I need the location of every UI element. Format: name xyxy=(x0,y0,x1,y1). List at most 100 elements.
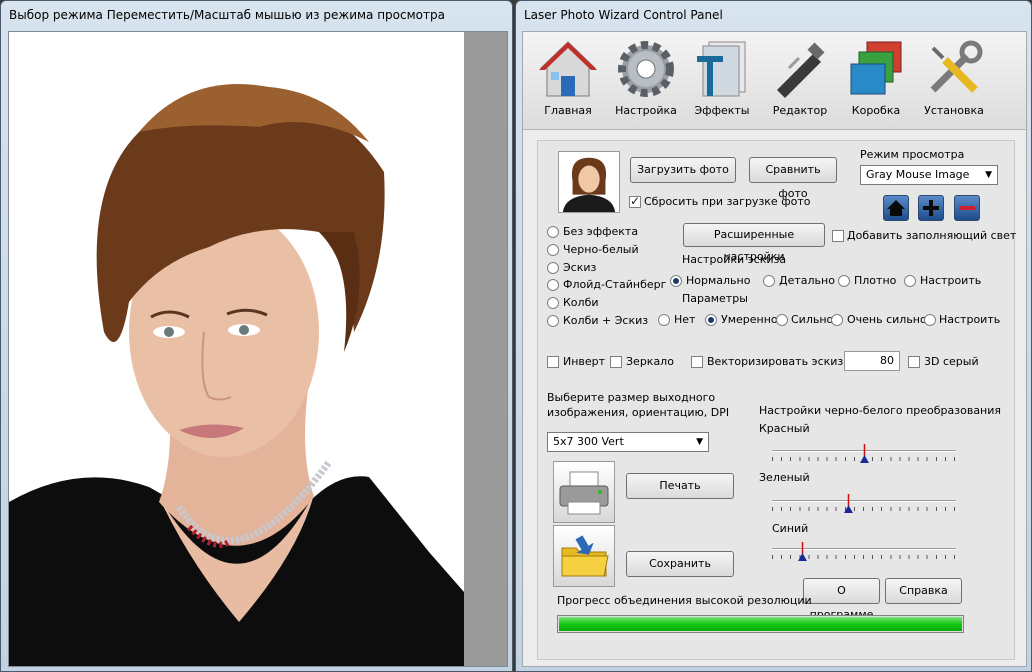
green-slider[interactable] xyxy=(772,494,956,514)
sketch-radio-detailed[interactable] xyxy=(763,275,775,287)
photo-view-area[interactable] xyxy=(8,31,508,667)
red-slider-thumb[interactable] xyxy=(859,444,869,463)
effect-label-none: Без эффекта xyxy=(563,225,639,238)
chevron-down-icon: ▼ xyxy=(696,437,703,447)
toolbar-box-label: Коробка xyxy=(851,104,901,117)
sketch-label-normal: Нормально xyxy=(686,274,751,287)
add-fill-light-label: Добавить заполняющий свет xyxy=(847,229,1017,242)
toolbar-setup-label: Установка xyxy=(924,104,984,117)
control-panel-title: Laser Photo Wizard Control Panel xyxy=(524,8,723,22)
effect-radio-colby-sketch[interactable] xyxy=(547,315,559,327)
blue-label: Синий xyxy=(772,522,809,535)
effect-radio-colby[interactable] xyxy=(547,297,559,309)
reset-on-load-label: Сбросить при загрузке фото xyxy=(644,195,811,208)
effect-label-colby-sketch: Колби + Эскиз xyxy=(563,314,649,327)
preview-window-title: Выбор режима Переместить/Масштаб мышью и… xyxy=(9,8,445,22)
effect-radio-none[interactable] xyxy=(547,226,559,238)
sketch-radio-dense[interactable] xyxy=(838,275,850,287)
vectorize-checkbox[interactable] xyxy=(691,356,703,368)
plus-icon xyxy=(923,200,939,216)
effect-radio-bw[interactable] xyxy=(547,244,559,256)
tools-icon xyxy=(930,40,983,93)
zoom-out-button[interactable] xyxy=(954,195,980,221)
effect-radio-floyd[interactable] xyxy=(547,279,559,291)
main-toolbar: Главная Настройка Эффекты Редактор Короб… xyxy=(523,32,1026,130)
sketch-radio-custom[interactable] xyxy=(904,275,916,287)
effects-icon xyxy=(697,41,746,97)
effect-label-sketch: Эскиз xyxy=(563,261,597,274)
control-panel-window: Laser Photo Wizard Control Panel Главная xyxy=(515,0,1032,672)
green-slider-thumb[interactable] xyxy=(843,494,853,513)
progress-fill xyxy=(559,617,962,631)
home-icon xyxy=(887,200,905,216)
compare-photo-button[interactable]: Сравнить фото xyxy=(749,157,837,200)
toolbar-setup[interactable]: Установка xyxy=(919,38,989,126)
add-fill-light-checkbox[interactable] xyxy=(832,230,844,242)
invert-checkbox[interactable] xyxy=(547,356,559,368)
toolbar-editor-label: Редактор xyxy=(772,104,828,117)
save-button[interactable]: Сохранить xyxy=(626,551,734,577)
zoom-in-button[interactable] xyxy=(918,195,944,221)
home-view-button[interactable] xyxy=(883,195,909,221)
view-mode-label: Режим просмотра xyxy=(860,148,965,161)
sketch-label-dense: Плотно xyxy=(854,274,897,287)
green-slider-ticks xyxy=(772,507,956,511)
blue-slider-thumb[interactable] xyxy=(798,542,808,561)
param-label-none: Нет xyxy=(674,313,696,326)
toolbar-box[interactable]: Коробка xyxy=(841,38,911,126)
help-button[interactable]: Справка xyxy=(885,578,962,604)
toolbar-editor[interactable]: Редактор xyxy=(765,38,835,126)
sketch-label-detailed: Детально xyxy=(779,274,835,287)
effect-label-floyd: Флойд-Стайнберг xyxy=(563,278,667,291)
sketch-radio-normal[interactable] xyxy=(670,275,682,287)
mirror-checkbox[interactable] xyxy=(610,356,622,368)
toolbar-effects[interactable]: Эффекты xyxy=(687,38,757,126)
toolbar-home-label: Главная xyxy=(544,104,592,117)
sketch-label-custom: Настроить xyxy=(920,274,982,287)
toolbar-settings[interactable]: Настройка xyxy=(611,38,681,126)
preview-window: Выбор режима Переместить/Масштаб мышью и… xyxy=(0,0,513,672)
output-size-value: 5x7 300 Vert xyxy=(553,435,624,448)
param-radio-very-strong[interactable] xyxy=(831,314,843,326)
view-mode-value: Gray Mouse Image xyxy=(866,168,970,181)
blue-slider[interactable] xyxy=(772,542,956,562)
gray-3d-label: 3D серый xyxy=(924,355,979,368)
print-button[interactable]: Печать xyxy=(626,473,734,499)
effect-radio-sketch[interactable] xyxy=(547,262,559,274)
avatar-icon xyxy=(558,151,620,213)
vectorize-value-input[interactable]: 80 xyxy=(844,351,900,371)
minus-icon xyxy=(959,206,975,210)
advanced-settings-button[interactable]: Расширенные настройки xyxy=(683,223,825,263)
params-label: Параметры xyxy=(682,292,748,305)
effect-label-colby: Колби xyxy=(563,296,599,309)
output-size-label-1: Выберите размер выходного xyxy=(547,391,716,404)
sketch-settings-label: Настройки эскиза xyxy=(682,253,787,266)
reset-on-load-checkbox[interactable] xyxy=(629,194,641,208)
param-radio-strong[interactable] xyxy=(776,314,788,326)
gray-3d-checkbox[interactable] xyxy=(908,356,920,368)
toolbar-home[interactable]: Главная xyxy=(533,38,603,126)
view-mode-select[interactable]: Gray Mouse Image ▼ xyxy=(860,165,998,185)
param-radio-moderate[interactable] xyxy=(705,314,717,326)
about-button[interactable]: О программе xyxy=(803,578,880,621)
toolbar-settings-label: Настройка xyxy=(615,104,677,117)
param-radio-none[interactable] xyxy=(658,314,670,326)
save-icon-box xyxy=(553,525,615,587)
red-slider[interactable] xyxy=(772,444,956,464)
effect-label-bw: Черно-белый xyxy=(563,243,639,256)
portrait-photo[interactable] xyxy=(9,32,464,667)
param-radio-custom[interactable] xyxy=(924,314,936,326)
invert-label: Инверт xyxy=(563,355,606,368)
settings-area: Загрузить фото Сравнить фото Режим просм… xyxy=(537,140,1017,660)
green-label: Зеленый xyxy=(759,471,810,484)
progress-label: Прогресс объединения высокой резолюции xyxy=(557,594,812,607)
toolbar-effects-label: Эффекты xyxy=(694,104,750,117)
gear-icon xyxy=(618,41,674,97)
output-size-select[interactable]: 5x7 300 Vert ▼ xyxy=(547,432,709,452)
folder-icon xyxy=(561,535,609,577)
param-label-custom: Настроить xyxy=(939,313,1001,326)
view-gray-margin xyxy=(462,32,507,666)
home-icon xyxy=(539,41,597,97)
printer-icon xyxy=(559,471,609,515)
load-photo-button[interactable]: Загрузить фото xyxy=(630,157,736,183)
